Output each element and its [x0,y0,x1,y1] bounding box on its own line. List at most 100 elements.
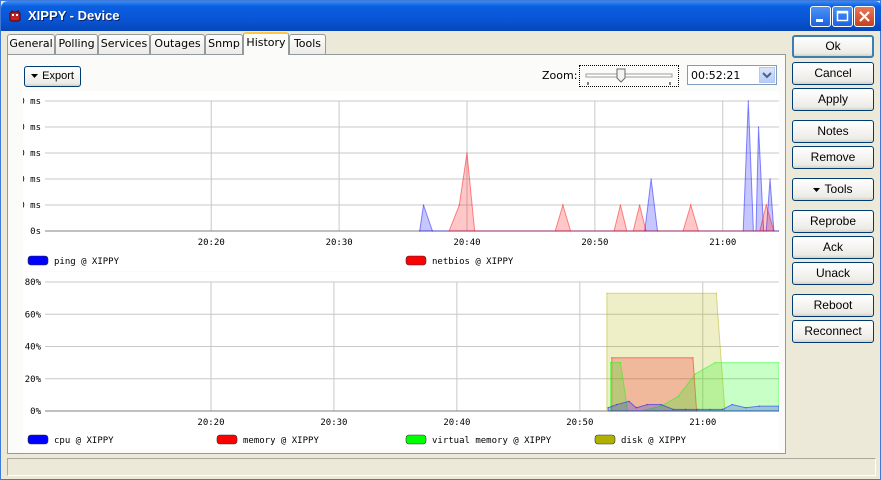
export-button[interactable]: Export [24,66,81,87]
legend-swatch [405,434,427,445]
x-tick-label: 20:40 [453,238,480,248]
x-tick-label: 20:30 [320,418,347,428]
time-range-value: 00:52:21 [691,69,741,82]
tab-snmp[interactable]: Snmp [205,34,243,54]
ok-button[interactable]: Ok [792,35,874,58]
y-tick-label: 10 ms [23,201,41,211]
close-button[interactable] [854,6,875,27]
app-icon [9,10,21,22]
tools-menu-button[interactable]: Tools [792,178,874,201]
x-tick-label: 20:30 [326,238,353,248]
legend-swatch [27,434,49,445]
ack-button[interactable]: Ack [792,236,874,259]
legend-label: disk @ XIPPY [621,436,687,446]
window-title: XIPPY - Device [28,8,120,23]
reprobe-button[interactable]: Reprobe [792,210,874,233]
tab-general[interactable]: General [7,34,55,54]
maximize-button[interactable] [832,6,853,27]
dropdown-arrow-icon [31,74,39,79]
legend-swatch [216,434,238,445]
data-point [721,408,724,410]
tab-tools[interactable]: Tools [289,34,326,54]
data-point [606,292,608,294]
data-point [419,230,421,232]
time-range-select[interactable]: 00:52:21 [687,65,777,85]
data-point [554,230,556,232]
legend-swatch [594,434,616,445]
legend-label: virtual memory @ XIPPY [432,436,552,446]
data-point [758,405,760,407]
dropdown-arrow-icon [813,187,821,192]
tab-polling[interactable]: Polling [55,34,98,54]
y-tick-label: 20% [25,375,42,385]
data-point [759,230,761,232]
close-icon [859,11,870,22]
title-bar[interactable]: XIPPY - Device [1,1,881,31]
data-point [609,362,612,364]
ping-chart: 0s 10 ms 20 ms 30 ms 40 ms 50 ms 20:20 20:30 20:… [23,91,779,271]
data-point [660,403,662,406]
x-tick-label: 21:00 [689,418,716,428]
minimize-icon [816,19,823,22]
data-point [611,357,613,359]
legend-label: cpu @ XIPPY [54,436,114,446]
data-point [650,178,652,180]
apply-button[interactable]: Apply [792,88,874,111]
data-point [672,408,674,410]
device-window: XIPPY - Device General Polling Services … [0,0,881,480]
data-point [769,178,771,180]
data-point [606,410,608,412]
x-tick-label: 20:50 [581,238,608,248]
reconnect-button[interactable]: Reconnect [792,320,874,343]
tools-label: Tools [824,182,853,196]
data-point [682,230,684,232]
data-point [466,152,468,154]
export-label: Export [42,70,74,82]
data-point [677,395,679,398]
status-bar [7,458,876,476]
data-point [692,357,694,359]
y-tick-label: 60% [25,310,42,320]
zoom-slider[interactable] [579,65,679,87]
dropdown-button[interactable] [759,67,775,83]
tab-outages[interactable]: Outages [150,34,205,54]
x-tick-label: 20:20 [198,238,225,248]
data-point [635,407,637,409]
legend-label: ping @ XIPPY [54,257,120,267]
remove-button[interactable]: Remove [792,146,874,169]
data-point [694,373,696,375]
unack-button[interactable]: Unack [792,262,874,285]
data-point [731,403,733,406]
y-tick-label: 40% [25,343,42,353]
cancel-button[interactable]: Cancel [792,62,874,85]
data-point [773,230,775,232]
data-point [697,408,699,410]
y-tick-label: 0% [30,407,41,417]
data-point [745,407,747,409]
data-point [690,204,692,206]
x-tick-label: 21:00 [709,238,736,248]
data-point [632,230,634,232]
data-point [765,204,767,206]
reboot-button[interactable]: Reboot [792,294,874,317]
data-point [714,362,716,364]
data-point [431,230,434,232]
data-point [639,204,641,206]
notes-button[interactable]: Notes [792,120,874,143]
legend-label: netbios @ XIPPY [432,257,514,267]
tab-history[interactable]: History [243,32,289,55]
chart-background [23,91,779,271]
tab-services[interactable]: Services [98,34,150,54]
x-tick-label: 20:40 [443,418,470,428]
data-point [619,362,621,364]
data-point [747,100,749,102]
data-point [613,230,615,232]
data-point [715,292,717,294]
x-tick-label: 20:50 [566,418,593,428]
chevron-down-icon [762,72,772,79]
minimize-button[interactable] [810,6,831,27]
data-point [562,204,564,206]
legend-swatch [405,255,427,266]
resource-chart: 0% 20% 40% 60% 80% 20:20 20:30 20:40 20:50 21:00 c… [23,272,779,450]
x-tick-label: 20:20 [197,418,224,428]
